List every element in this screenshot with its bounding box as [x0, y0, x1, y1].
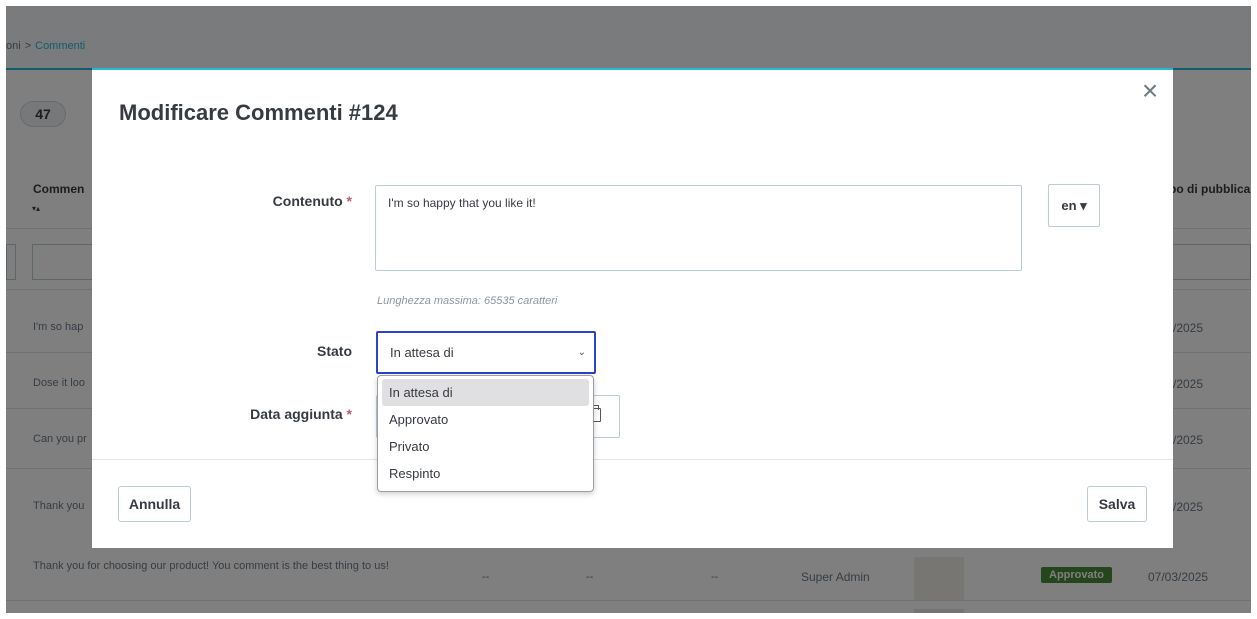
edit-comment-modal: Modificare Commenti #124 × Contenuto * I… [92, 68, 1173, 548]
close-icon[interactable]: × [1138, 77, 1162, 106]
modal-title: Modificare Commenti #124 [119, 100, 398, 125]
required-mark: * [346, 406, 352, 422]
status-options-list: In attesa di Approvato Privato Respinto [377, 375, 594, 492]
status-option-pending[interactable]: In attesa di [382, 379, 589, 406]
content-help-text: Lunghezza massima: 65535 caratteri [377, 295, 558, 307]
status-label: Stato [317, 343, 352, 359]
content-label-text: Contenuto [272, 193, 343, 209]
status-option-private[interactable]: Privato [382, 433, 589, 460]
modal-footer-divider [92, 459, 1173, 460]
status-select-value: In attesa di [390, 345, 454, 360]
status-option-approved[interactable]: Approvato [382, 406, 589, 433]
save-button[interactable]: Salva [1087, 486, 1147, 522]
language-dropdown-button[interactable]: en ▾ [1048, 184, 1100, 227]
modal-accent [92, 68, 1173, 70]
status-select[interactable]: In attesa di ⌄ [376, 331, 596, 374]
date-added-label-text: Data aggiunta [250, 406, 343, 422]
cancel-button[interactable]: Annulla [118, 486, 191, 522]
content-textarea[interactable]: I'm so happy that you like it! [375, 185, 1022, 271]
chevron-down-icon: ⌄ [577, 347, 586, 358]
content-label: Contenuto * [152, 193, 352, 209]
status-option-rejected[interactable]: Respinto [382, 460, 589, 487]
required-mark: * [346, 193, 352, 209]
date-added-label: Data aggiunta * [152, 406, 352, 422]
